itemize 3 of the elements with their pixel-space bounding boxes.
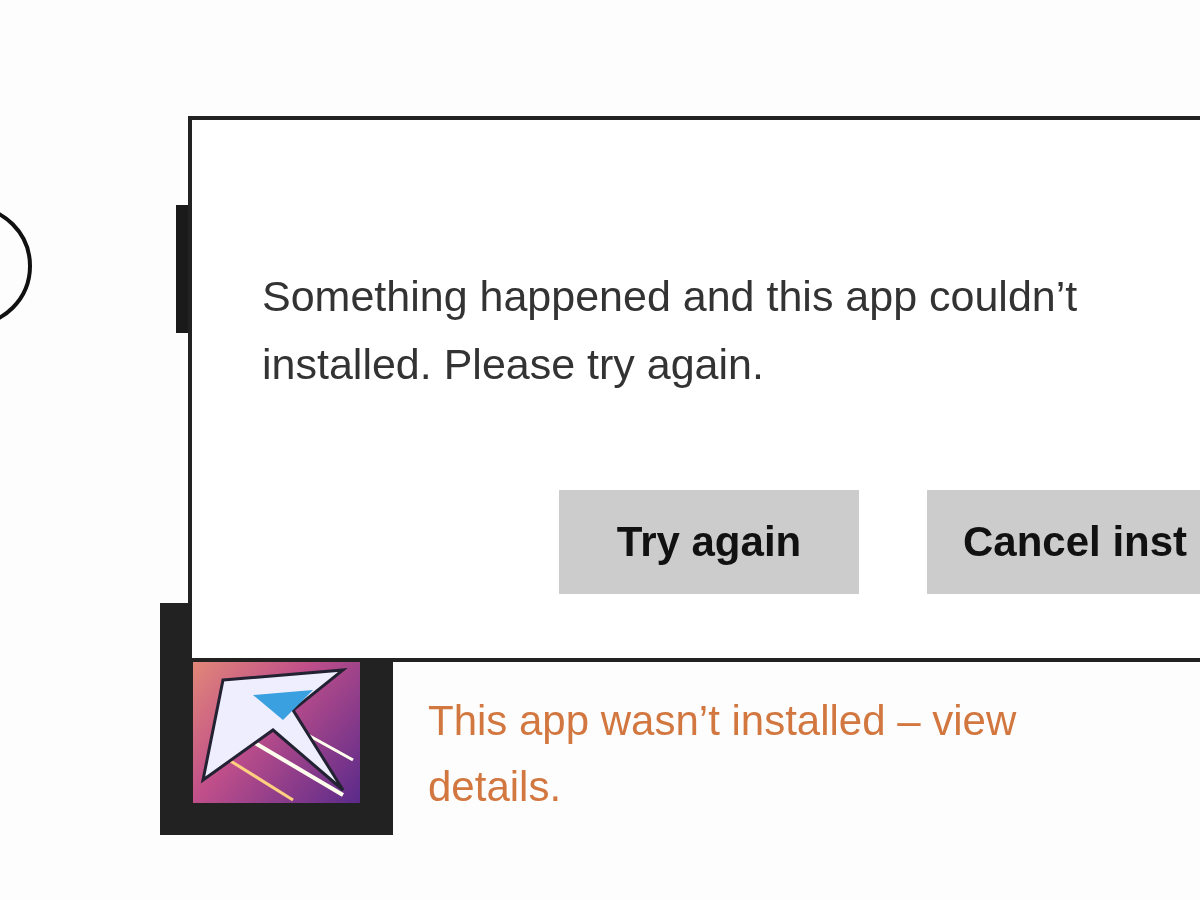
try-again-button[interactable]: Try again — [559, 490, 859, 594]
error-message: Something happened and this app couldn’t installed. Please try again. — [262, 271, 1079, 390]
cancel-button[interactable]: Cancel inst — [927, 490, 1200, 594]
